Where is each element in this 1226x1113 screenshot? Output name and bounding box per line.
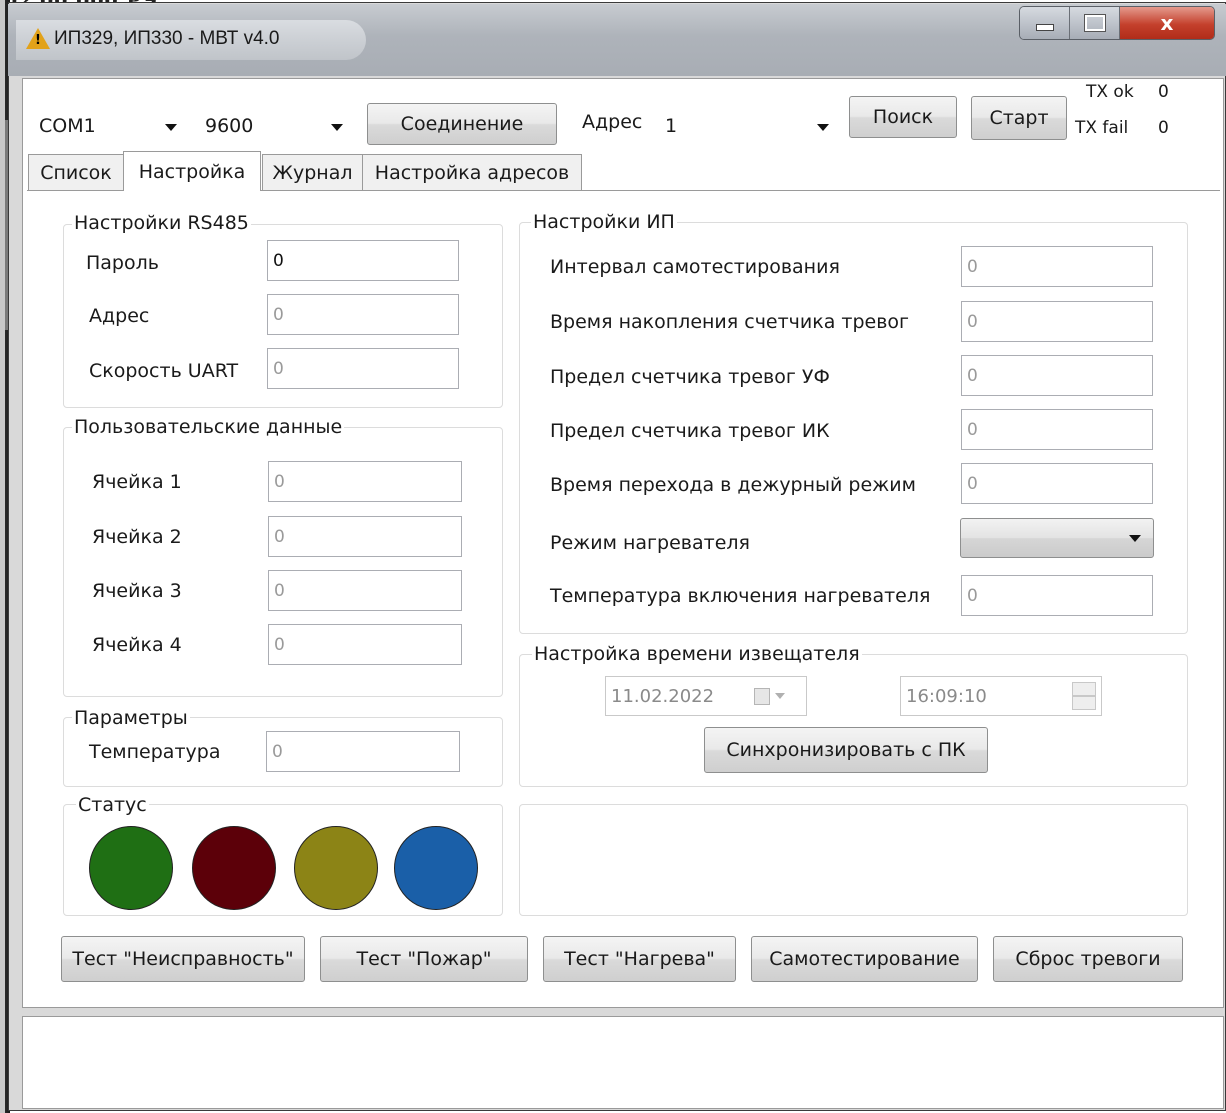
- uv-alarm-limit-label: Предел счетчика тревог УФ: [550, 366, 830, 388]
- tab-list[interactable]: Список: [28, 154, 124, 190]
- chevron-down-icon: [1129, 535, 1141, 542]
- uv-alarm-limit-field[interactable]: 0: [961, 355, 1153, 396]
- minimize-button[interactable]: [1020, 7, 1070, 39]
- ir-alarm-limit-field[interactable]: 0: [961, 409, 1153, 450]
- chevron-down-icon: [817, 124, 829, 131]
- output-panel: [519, 804, 1188, 916]
- tx-ok-label: TX ok: [1086, 82, 1134, 102]
- tx-ok-count: 0: [1158, 82, 1169, 102]
- connect-button[interactable]: Соединение: [367, 103, 557, 145]
- minimize-icon: [1035, 23, 1054, 31]
- cell-2-field[interactable]: 0: [268, 516, 462, 557]
- user-data-group-title: Пользовательские данные: [72, 416, 345, 438]
- port-select[interactable]: COM1: [34, 106, 186, 146]
- tx-fail-label: TX fail: [1075, 118, 1129, 138]
- heater-mode-label: Режим нагревателя: [550, 532, 750, 554]
- temperature-label: Температура: [89, 741, 221, 763]
- tx-fail-count: 0: [1158, 118, 1169, 138]
- address-field[interactable]: 0: [267, 294, 459, 335]
- start-button[interactable]: Старт: [971, 96, 1067, 140]
- date-value: 11.02.2022: [611, 685, 715, 707]
- uart-speed-label: Скорость UART: [89, 360, 239, 382]
- calendar-icon[interactable]: [754, 688, 770, 705]
- heater-temp-field[interactable]: 0: [961, 575, 1153, 616]
- spin-up-icon[interactable]: [1072, 682, 1096, 696]
- time-value: 16:09:10: [906, 685, 987, 707]
- status-indicator-blue: [394, 826, 478, 910]
- status-indicator-yellow: [294, 826, 378, 910]
- close-button[interactable]: x: [1120, 7, 1214, 39]
- cell-3-label: Ячейка 3: [92, 580, 182, 602]
- chevron-down-icon: [331, 124, 343, 131]
- cell-3-field[interactable]: 0: [268, 570, 462, 611]
- tab-settings[interactable]: Настройка: [123, 151, 261, 191]
- uart-speed-field[interactable]: 0: [267, 348, 459, 389]
- status-indicator-green: [89, 826, 173, 910]
- close-icon: x: [1160, 11, 1174, 35]
- baud-value: 9600: [205, 115, 254, 137]
- self-test-button[interactable]: Самотестирование: [751, 936, 978, 982]
- rs485-group-title: Настройки RS485: [72, 212, 251, 234]
- tab-journal[interactable]: Журнал: [262, 154, 363, 190]
- cell-1-field[interactable]: 0: [268, 461, 462, 502]
- address-value: 1: [665, 115, 678, 137]
- chevron-down-icon: [775, 693, 785, 699]
- cell-1-label: Ячейка 1: [92, 471, 182, 493]
- password-label: Пароль: [86, 252, 159, 274]
- chevron-down-icon: [165, 124, 177, 131]
- maximize-icon: [1083, 14, 1106, 32]
- reset-alarm-button[interactable]: Сброс тревоги: [993, 936, 1183, 982]
- parameters-group-title: Параметры: [72, 707, 190, 729]
- date-picker[interactable]: 11.02.2022: [605, 676, 807, 716]
- heater-temp-label: Температура включения нагревателя: [550, 585, 931, 607]
- baud-select[interactable]: 9600: [200, 106, 352, 146]
- cell-4-field[interactable]: 0: [268, 624, 462, 665]
- time-settings-group-title: Настройка времени извещателя: [532, 643, 862, 665]
- temperature-field[interactable]: 0: [266, 731, 460, 772]
- window-controls: x: [1019, 6, 1215, 40]
- tab-label: Список: [40, 161, 112, 184]
- test-heating-button[interactable]: Тест "Нагрева": [543, 936, 736, 982]
- standby-time-label: Время перехода в дежурный режим: [550, 474, 916, 496]
- cell-4-label: Ячейка 4: [92, 634, 182, 656]
- selftest-interval-label: Интервал самотестирования: [550, 256, 840, 278]
- time-field[interactable]: 16:09:10: [900, 676, 1102, 716]
- spin-down-icon[interactable]: [1072, 696, 1096, 710]
- selftest-interval-field[interactable]: 0: [961, 246, 1153, 287]
- test-fire-button[interactable]: Тест "Пожар": [320, 936, 528, 982]
- address-label: Адрес: [582, 111, 643, 133]
- status-bar: [22, 1016, 1224, 1109]
- heater-mode-select[interactable]: [960, 518, 1154, 558]
- ir-alarm-limit-label: Предел счетчика тревог ИК: [550, 420, 830, 442]
- alarm-accum-time-field[interactable]: 0: [961, 301, 1153, 342]
- address-setting-label: Адрес: [89, 305, 150, 327]
- tab-label: Журнал: [272, 161, 353, 184]
- window-title: ИП329, ИП330 - МВТ v4.0: [54, 28, 280, 49]
- alarm-accum-time-label: Время накопления счетчика тревог: [550, 311, 910, 333]
- maximize-button[interactable]: [1070, 7, 1120, 39]
- tab-label: Настройка адресов: [374, 161, 570, 184]
- password-field[interactable]: 0: [267, 240, 459, 281]
- warning-app-icon-mark: !: [35, 33, 41, 48]
- sync-with-pc-button[interactable]: Синхронизировать с ПК: [704, 727, 988, 773]
- standby-time-field[interactable]: 0: [961, 463, 1153, 504]
- status-group-title: Статус: [76, 794, 149, 816]
- tab-address-setup[interactable]: Настройка адресов: [362, 154, 582, 190]
- status-indicator-red: [192, 826, 276, 910]
- ip-settings-group-title: Настройки ИП: [531, 211, 677, 233]
- tab-label: Настройка: [138, 160, 246, 183]
- search-button[interactable]: Поиск: [849, 96, 957, 138]
- cell-2-label: Ячейка 2: [92, 526, 182, 548]
- port-value: COM1: [39, 115, 96, 137]
- test-fault-button[interactable]: Тест "Неисправность": [61, 936, 305, 982]
- address-select[interactable]: 1: [660, 106, 838, 146]
